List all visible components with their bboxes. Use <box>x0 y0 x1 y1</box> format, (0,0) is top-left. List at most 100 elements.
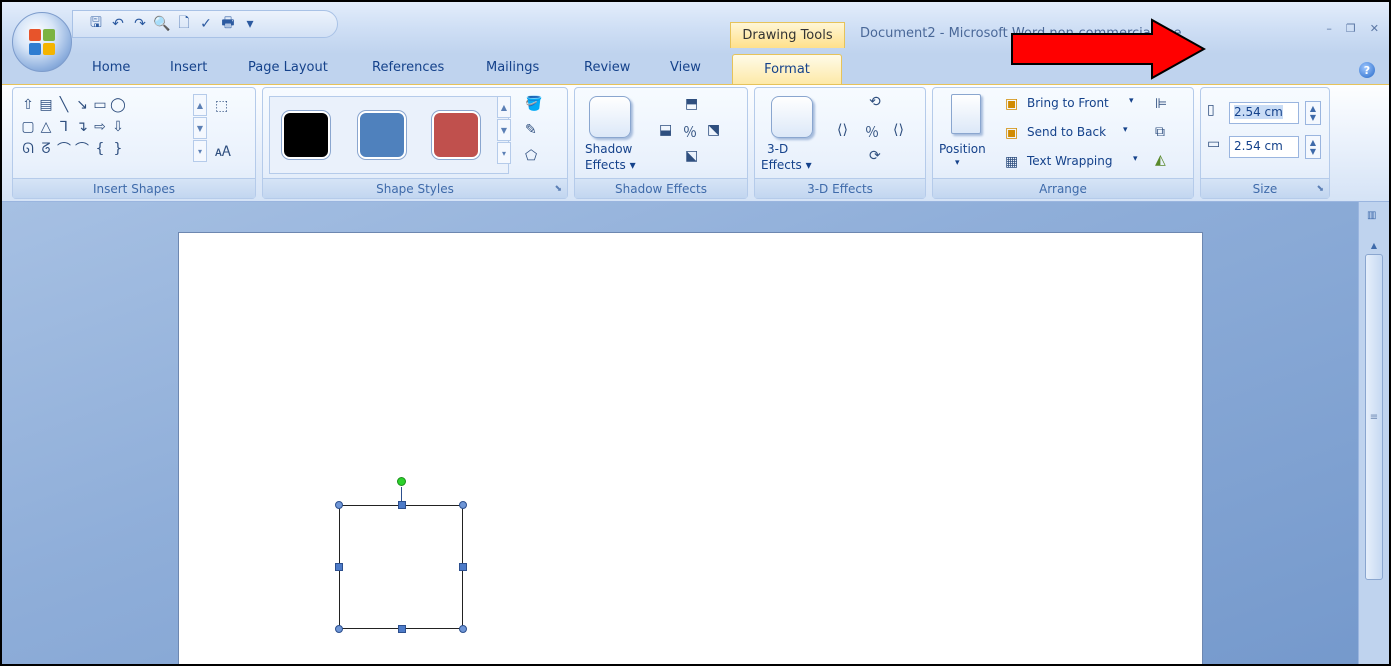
tab-review[interactable]: Review <box>584 60 630 75</box>
tilt-left-icon[interactable]: ⟨⟩ <box>837 122 848 138</box>
size-launcher-icon[interactable]: ⬊ <box>1316 184 1324 194</box>
3d-effects-button-line1[interactable]: 3-D <box>767 142 788 156</box>
resize-handle-bottom-right[interactable] <box>459 625 467 633</box>
shape-width-spinner[interactable]: ▲ ▼ <box>1305 135 1321 159</box>
shape-width-input[interactable]: 2.54 cm <box>1229 136 1299 158</box>
customize-qat-icon[interactable]: ▾ <box>241 15 259 33</box>
resize-handle-top[interactable] <box>398 501 406 509</box>
edit-shape-icon[interactable]: ⬚ <box>215 98 228 114</box>
curve-shape-icon[interactable]: ⌒ <box>73 138 91 160</box>
scribble-shape-icon[interactable]: ᘔ <box>37 138 55 160</box>
resize-handle-left[interactable] <box>335 563 343 571</box>
tilt-up-icon[interactable]: ⟲ <box>869 94 881 110</box>
nudge-shadow-left-icon[interactable]: ⬓ <box>659 122 672 138</box>
resize-handle-right[interactable] <box>459 563 467 571</box>
redo-icon[interactable]: ↷ <box>131 15 149 33</box>
change-shape-icon[interactable]: ⬠ <box>525 148 537 164</box>
shape-fill-icon[interactable]: 🪣 <box>525 96 542 112</box>
undo-icon[interactable]: ↶ <box>109 15 127 33</box>
rotate-icon[interactable]: ◭ <box>1155 152 1166 168</box>
scroll-up-icon[interactable]: ▲ <box>1367 238 1381 252</box>
shape-outline-icon[interactable]: ✎ <box>525 122 537 138</box>
right-arrow-shape-icon[interactable]: ⇨ <box>91 116 109 138</box>
gallery-more-icon[interactable]: ▾ <box>193 140 207 162</box>
shape-height-input[interactable]: 2.54 cm <box>1229 102 1299 124</box>
close-button[interactable]: ✕ <box>1370 22 1379 35</box>
rounded-rectangle-shape-icon[interactable]: ▢ <box>19 116 37 138</box>
triangle-shape-icon[interactable]: △ <box>37 116 55 138</box>
tilt-right-icon[interactable]: ⟨⟩ <box>893 122 904 138</box>
style-swatch-red[interactable] <box>432 111 480 159</box>
oval-shape-icon[interactable]: ◯ <box>109 94 127 116</box>
tab-page-layout[interactable]: Page Layout <box>248 60 328 75</box>
nudge-shadow-right-icon[interactable]: ⬔ <box>707 122 720 138</box>
elbow-connector-shape-icon[interactable]: ⅂ <box>55 116 73 138</box>
scroll-thumb[interactable]: ≡ <box>1365 254 1383 580</box>
arrow-line-shape-icon[interactable]: ↘ <box>73 94 91 116</box>
position-icon[interactable] <box>951 94 981 134</box>
3d-on-off-icon[interactable]: ％ <box>865 122 879 142</box>
styles-down-icon[interactable]: ▼ <box>497 119 511 141</box>
send-to-back-button[interactable]: Send to Back <box>1027 125 1106 139</box>
bring-to-front-button[interactable]: Bring to Front <box>1027 96 1109 110</box>
textbox-shape-icon[interactable]: ▤ <box>37 94 55 116</box>
tilt-down-icon[interactable]: ⟳ <box>869 148 881 164</box>
arc-shape-icon[interactable]: ⌒ <box>55 138 73 160</box>
help-icon[interactable]: ? <box>1359 62 1375 78</box>
tab-format[interactable]: Format <box>732 54 842 84</box>
text-box-icon[interactable]: 🗚 <box>215 144 231 160</box>
tab-mailings[interactable]: Mailings <box>486 60 539 75</box>
arrow-shape-icon[interactable]: ⇧ <box>19 94 37 116</box>
text-wrapping-icon[interactable]: ▦ <box>1005 154 1018 170</box>
send-to-back-icon[interactable]: ▣ <box>1005 125 1018 141</box>
spelling-icon[interactable]: ✓ <box>197 15 215 33</box>
resize-handle-bottom-left[interactable] <box>335 625 343 633</box>
office-button[interactable] <box>12 12 72 72</box>
document-page[interactable] <box>178 232 1203 664</box>
save-icon[interactable]: 🖫 <box>87 15 105 33</box>
resize-handle-top-left[interactable] <box>335 501 343 509</box>
shape-styles-launcher-icon[interactable]: ⬊ <box>554 184 562 194</box>
styles-up-icon[interactable]: ▲ <box>497 96 511 118</box>
elbow-arrow-shape-icon[interactable]: ↴ <box>73 116 91 138</box>
view-ruler-icon[interactable]: ▥ <box>1367 210 1381 228</box>
nudge-shadow-down-icon[interactable]: ⬕ <box>685 148 698 164</box>
shadow-on-off-icon[interactable]: ％ <box>683 122 697 142</box>
quick-print-icon[interactable]: 🖶 <box>219 15 237 33</box>
shadow-effects-icon[interactable] <box>589 96 631 138</box>
shadow-effects-button-line1[interactable]: Shadow <box>585 142 632 156</box>
restore-button[interactable]: ❐ <box>1346 22 1356 35</box>
send-to-back-dropdown-icon[interactable]: ▾ <box>1123 125 1128 135</box>
3d-effects-button-line2[interactable]: Effects ▾ <box>761 158 812 172</box>
shadow-effects-button-line2[interactable]: Effects ▾ <box>585 158 636 172</box>
line-shape-icon[interactable]: ╲ <box>55 94 73 116</box>
text-wrapping-dropdown-icon[interactable]: ▾ <box>1133 154 1138 164</box>
minimize-button[interactable]: – <box>1326 22 1332 35</box>
rectangle-shape-icon[interactable]: ▭ <box>91 94 109 116</box>
print-preview-icon[interactable]: 🔍 <box>153 15 171 33</box>
bring-to-front-icon[interactable]: ▣ <box>1005 96 1018 112</box>
vertical-scrollbar[interactable]: ▥ ▲ ≡ <box>1358 202 1389 664</box>
rotation-handle[interactable] <box>397 477 406 486</box>
gallery-up-icon[interactable]: ▲ <box>193 94 207 116</box>
shape-height-spinner[interactable]: ▲ ▼ <box>1305 101 1321 125</box>
style-swatch-black[interactable] <box>282 111 330 159</box>
bring-to-front-dropdown-icon[interactable]: ▾ <box>1129 96 1134 106</box>
styles-more-icon[interactable]: ▾ <box>497 142 511 164</box>
freeform-shape-icon[interactable]: ᘏ <box>19 138 37 160</box>
resize-handle-top-right[interactable] <box>459 501 467 509</box>
left-brace-shape-icon[interactable]: { <box>91 138 109 160</box>
selected-rectangle-shape[interactable] <box>339 505 463 629</box>
new-document-icon[interactable]: 🗋 <box>175 15 193 33</box>
style-swatch-blue[interactable] <box>358 111 406 159</box>
position-dropdown-icon[interactable]: ▾ <box>955 158 960 168</box>
resize-handle-bottom[interactable] <box>398 625 406 633</box>
nudge-shadow-up-icon[interactable]: ⬒ <box>685 96 698 112</box>
tab-insert[interactable]: Insert <box>170 60 207 75</box>
align-icon[interactable]: ⊫ <box>1155 96 1167 112</box>
gallery-down-icon[interactable]: ▼ <box>193 117 207 139</box>
text-wrapping-button[interactable]: Text Wrapping <box>1027 154 1113 168</box>
down-arrow-shape-icon[interactable]: ⇩ <box>109 116 127 138</box>
group-objects-icon[interactable]: ⧉ <box>1155 124 1165 140</box>
position-button[interactable]: Position <box>939 142 986 156</box>
